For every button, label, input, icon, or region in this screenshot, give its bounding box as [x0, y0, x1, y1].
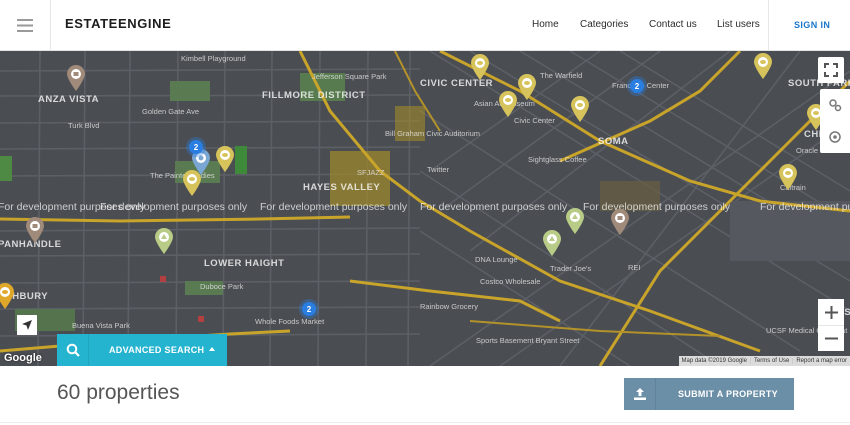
map-place-label: Jefferson Square Park [312, 72, 387, 81]
zoom-in-button[interactable] [818, 299, 844, 325]
map-place-label: Kimbell Playground [181, 54, 246, 63]
map-watermark: For development purposes only [100, 201, 248, 213]
map-place-label: Buena Vista Park [72, 321, 130, 330]
divider [0, 422, 850, 423]
property-pin-brown[interactable] [26, 217, 44, 243]
district-label: HAYES VALLEY [303, 182, 381, 193]
cluster-count: 2 [193, 142, 199, 152]
cluster-count: 2 [306, 304, 312, 314]
property-pin-yellow[interactable] [754, 53, 772, 79]
map-place-label: Sports Basement Bryant Street [476, 336, 580, 345]
map-place-label: Civic Center [514, 116, 555, 125]
district-label: LOWER HAIGHT [204, 258, 285, 269]
minus-icon [824, 337, 838, 340]
caret-up-icon [209, 347, 215, 351]
upload-icon-box [624, 378, 656, 410]
gears-icon[interactable] [828, 98, 842, 112]
map-tool-panel [820, 89, 850, 153]
map-watermark: For development purposes only [760, 201, 850, 213]
property-pin-yellow[interactable] [518, 74, 536, 100]
map-place-label: DNA Lounge [475, 255, 518, 264]
sign-in-link[interactable]: SIGN IN [794, 20, 830, 30]
property-pin-yellow[interactable] [779, 164, 797, 190]
map-place-label: Duboce Park [200, 282, 244, 291]
zoom-out-button[interactable] [818, 325, 844, 351]
map-watermark: For development purposes only [420, 201, 568, 213]
map-place-label: Trader Joe's [550, 264, 592, 273]
nav-link-categories[interactable]: Categories [580, 19, 628, 30]
map-place-label: Costco Wholesale [480, 277, 541, 286]
fullscreen-icon [824, 63, 838, 77]
map-place-label: Rainbow Grocery [420, 302, 478, 311]
property-pin-yellow[interactable] [571, 96, 589, 122]
hamburger-icon [17, 19, 33, 32]
property-pin-green[interactable] [566, 208, 584, 234]
property-map[interactable]: For development purposes only For develo… [0, 51, 850, 366]
nav-link-contact-us[interactable]: Contact us [649, 19, 697, 30]
my-location-button[interactable] [17, 315, 37, 335]
navigation-arrow-icon [22, 320, 32, 330]
fullscreen-button[interactable] [818, 57, 844, 83]
map-place-label: The Warfield [540, 71, 583, 80]
menu-toggle-button[interactable] [0, 0, 51, 51]
plus-icon [824, 305, 838, 319]
search-icon [66, 343, 80, 357]
signin-divider [768, 0, 769, 51]
nav-link-home[interactable]: Home [532, 19, 559, 30]
site-logo[interactable]: ESTATEENGINE [65, 16, 171, 31]
terms-of-use-link[interactable]: Terms of Use [749, 358, 792, 364]
map-place-label: Twitter [427, 165, 450, 174]
submit-property-label: SUBMIT A PROPERTY [678, 389, 778, 399]
property-pin-green[interactable] [543, 230, 561, 256]
map-cluster[interactable]: 2 [185, 136, 207, 158]
map-place-label: Golden Gate Ave [142, 107, 199, 116]
upload-icon [633, 388, 646, 400]
map-attribution: Map data ©2019 Google Terms of Use Repor… [678, 356, 850, 366]
map-place-label: SFJAZZ [357, 168, 385, 177]
search-icon-box [57, 334, 89, 366]
map-place-label: Sightglass Coffee [528, 155, 587, 164]
district-label: FILLMORE DISTRICT [262, 90, 366, 101]
map-place-label: Bill Graham Civic Auditorium [385, 129, 481, 138]
nav-link-list-users[interactable]: List users [717, 19, 760, 30]
map-watermark: For development purposes only [583, 201, 731, 213]
map-cluster[interactable]: 2 [298, 298, 320, 320]
report-map-error-link[interactable]: Report a map error [792, 358, 850, 364]
property-pin-brown[interactable] [611, 209, 629, 235]
map-data-credit: Map data ©2019 Google [681, 358, 747, 364]
top-navigation-bar: ESTATEENGINE Home Categories Contact us … [0, 0, 850, 51]
property-pin-yellow[interactable] [499, 91, 517, 117]
advanced-search-button[interactable]: ADVANCED SEARCH [57, 334, 227, 366]
property-pin-yellow[interactable] [471, 54, 489, 80]
google-logo-text: Google [4, 352, 42, 364]
map-watermark: For development purposes only [260, 201, 408, 213]
submit-property-button[interactable]: SUBMIT A PROPERTY [624, 378, 794, 410]
district-label: ANZA VISTA [38, 94, 99, 105]
property-pin-yellow[interactable] [216, 146, 234, 172]
property-pin-green[interactable] [155, 228, 173, 254]
advanced-search-label: ADVANCED SEARCH [109, 345, 205, 355]
property-pin-yellow[interactable] [0, 283, 14, 309]
google-logo: Google [4, 352, 42, 364]
location-target-icon[interactable] [828, 130, 842, 144]
property-pin-brown[interactable] [67, 65, 85, 91]
map-cluster[interactable]: 2 [626, 75, 648, 97]
district-label: SOMA [598, 136, 629, 147]
map-place-label: Turk Blvd [68, 121, 100, 130]
property-count: 60 properties [57, 381, 180, 404]
cluster-count: 2 [634, 81, 640, 91]
map-place-label: REI [628, 263, 641, 272]
